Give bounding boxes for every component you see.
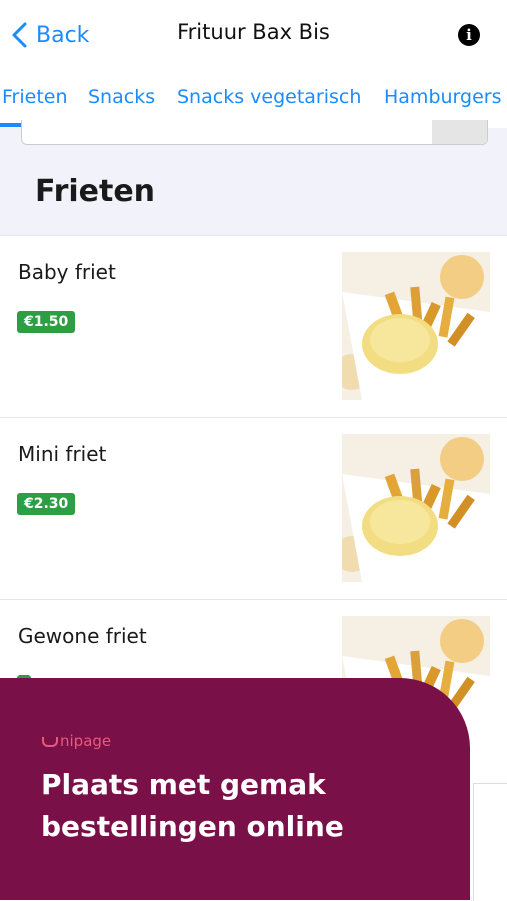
menu-item[interactable]: Baby friet €1.50 — [0, 235, 507, 418]
page-title: Frituur Bax Bis — [177, 20, 330, 44]
section-title: Frieten — [35, 174, 156, 209]
navigation-bar: Back Frituur Bax Bis i — [0, 0, 507, 67]
search-input[interactable] — [21, 120, 488, 145]
price-badge: €2.30 — [17, 493, 76, 515]
tab-snacks-vegetarisch[interactable]: Snacks vegetarisch — [177, 86, 361, 108]
partial-card — [473, 783, 507, 901]
tab-snacks[interactable]: Snacks — [88, 86, 155, 108]
item-name: Baby friet — [18, 260, 116, 284]
search-button[interactable] — [432, 120, 487, 144]
unipage-logo: nipage — [42, 732, 111, 750]
promo-banner: nipage Plaats met gemak bestellingen onl… — [0, 678, 470, 900]
category-tabs: Frieten Snacks Snacks vegetarisch Hambur… — [0, 66, 507, 128]
info-icon[interactable]: i — [458, 24, 480, 46]
logo-mark-icon — [42, 737, 58, 747]
tab-hamburgers[interactable]: Hamburgers — [384, 86, 501, 108]
item-name: Mini friet — [18, 442, 107, 466]
item-name: Gewone friet — [18, 624, 147, 648]
menu-item[interactable]: Mini friet €2.30 — [0, 417, 507, 600]
promo-text: Plaats met gemak bestellingen online — [41, 768, 344, 843]
tab-frieten[interactable]: Frieten — [2, 86, 68, 108]
item-image — [342, 434, 490, 582]
price-badge: €1.50 — [17, 311, 76, 333]
brand-text: nipage — [60, 732, 112, 750]
item-image — [342, 252, 490, 400]
